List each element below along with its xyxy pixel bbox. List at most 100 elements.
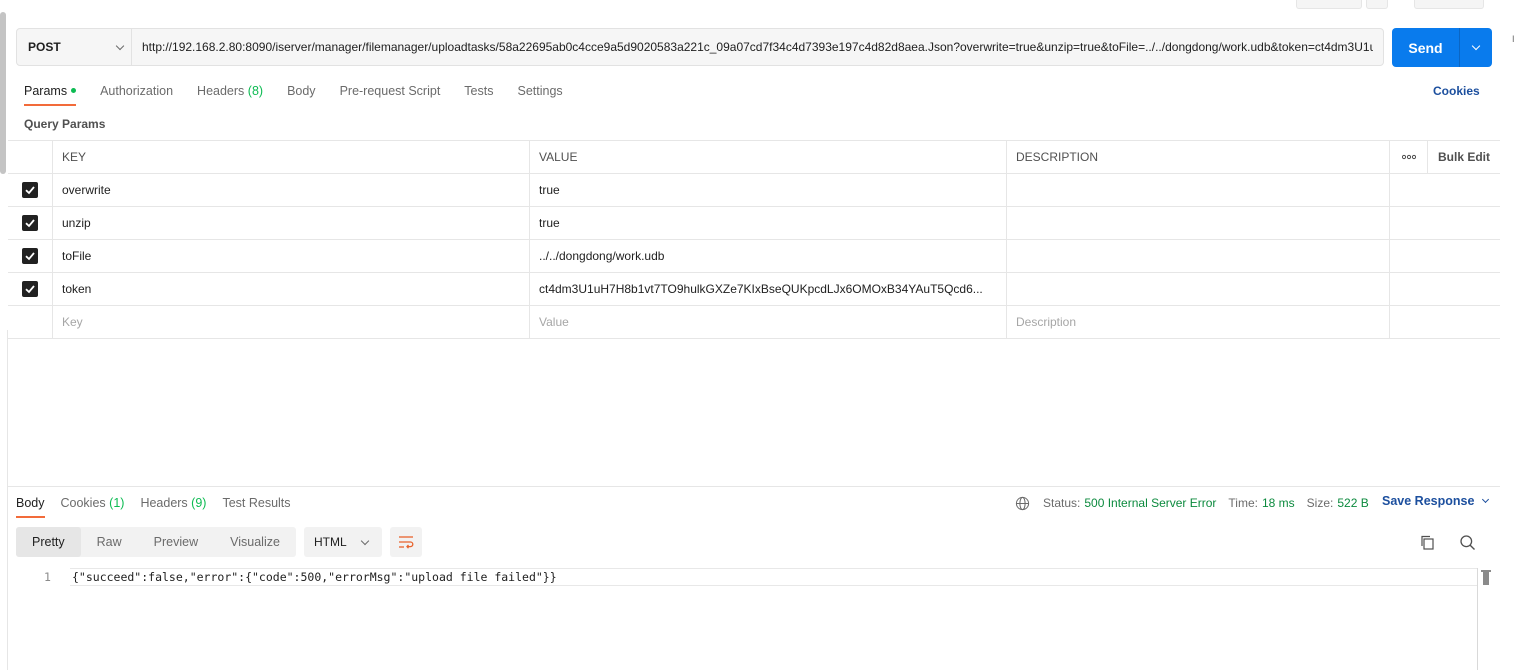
param-description[interactable] <box>1007 174 1390 206</box>
row-check-cell <box>8 306 53 338</box>
new-key-input[interactable]: Key <box>53 306 530 338</box>
param-description[interactable] <box>1007 240 1390 272</box>
param-key[interactable]: toFile <box>53 240 530 272</box>
param-value-text: ct4dm3U1uH7H8b1vt7TO9hulkGXZe7KIxBseQUKp… <box>539 282 983 296</box>
send-button[interactable]: Send <box>1392 28 1460 67</box>
query-params-table: KEY VALUE DESCRIPTION Bulk Edit overwrit… <box>8 140 1500 339</box>
url-input[interactable] <box>132 29 1383 65</box>
view-mode-segmented: Pretty Raw Preview Visualize <box>16 527 296 557</box>
row-filler <box>1390 273 1500 305</box>
edge-cursor-glyph: I <box>1512 34 1515 44</box>
view-raw[interactable]: Raw <box>81 527 138 557</box>
left-divider <box>7 330 8 670</box>
top-toolbar-cropped <box>0 0 1520 20</box>
param-value[interactable]: ../../dongdong/work.udb <box>530 240 1007 272</box>
column-header-key: KEY <box>53 141 530 173</box>
response-tab-cookies[interactable]: Cookies (1) <box>61 494 125 518</box>
param-checkbox[interactable] <box>22 182 38 198</box>
cookies-link[interactable]: Cookies <box>1433 84 1480 98</box>
response-tab-headers[interactable]: Headers (9) <box>140 494 206 518</box>
tab-settings[interactable]: Settings <box>517 82 562 106</box>
view-preview[interactable]: Preview <box>138 527 214 557</box>
response-tab-test-results[interactable]: Test Results <box>222 494 290 518</box>
cropped-toolbar-button[interactable] <box>1414 0 1484 9</box>
row-check-cell <box>8 240 53 272</box>
globe-icon[interactable] <box>1015 496 1030 511</box>
wrap-lines-button[interactable] <box>389 527 422 557</box>
method-label: POST <box>28 40 61 54</box>
param-key[interactable]: overwrite <box>53 174 530 206</box>
new-description-input[interactable]: Description <box>1007 306 1390 338</box>
table-row: toFile ../../dongdong/work.udb <box>8 240 1500 273</box>
param-value[interactable]: ct4dm3U1uH7H8b1vt7TO9hulkGXZe7KIxBseQUKp… <box>530 273 1007 305</box>
response-tab-cookies-label: Cookies <box>60 496 106 510</box>
line-number: 1 <box>44 570 51 584</box>
cropped-toolbar-button[interactable] <box>1366 0 1388 9</box>
row-filler <box>1390 207 1500 239</box>
save-response-label: Save Response <box>1382 494 1475 508</box>
table-row: unzip true <box>8 207 1500 240</box>
row-filler <box>1390 174 1500 206</box>
editor-scrollbar[interactable] <box>1481 570 1491 586</box>
response-divider[interactable] <box>8 486 1500 487</box>
param-checkbox[interactable] <box>22 248 38 264</box>
param-checkbox[interactable] <box>22 281 38 297</box>
response-meta: Status: 500 Internal Server Error Time: … <box>1015 494 1369 512</box>
row-filler <box>1390 240 1500 272</box>
column-header-description: DESCRIPTION <box>1007 141 1390 173</box>
time-label: Time: <box>1228 496 1258 510</box>
param-description[interactable] <box>1007 207 1390 239</box>
size-value[interactable]: 522 B <box>1337 496 1368 510</box>
copy-icon[interactable] <box>1419 534 1436 551</box>
response-tabs: Body Cookies (1) Headers (9) Test Result… <box>16 494 307 520</box>
save-response-button[interactable]: Save Response <box>1382 494 1490 508</box>
more-options-button[interactable] <box>1390 141 1428 173</box>
tab-headers[interactable]: Headers (8) <box>197 82 263 106</box>
param-checkbox[interactable] <box>22 215 38 231</box>
bulk-edit-button[interactable]: Bulk Edit <box>1428 141 1500 173</box>
editor-scroll-track <box>1477 568 1478 670</box>
tab-params-label: Params <box>24 84 68 98</box>
response-headers-count: (9) <box>191 496 207 510</box>
response-body-line[interactable]: {"succeed":false,"error":{"code":500,"er… <box>70 568 1478 586</box>
check-icon <box>25 252 35 261</box>
param-key[interactable]: unzip <box>53 207 530 239</box>
tab-tests[interactable]: Tests <box>464 82 493 106</box>
search-icon[interactable] <box>1459 534 1476 551</box>
send-button-group: Send <box>1392 28 1492 67</box>
status-value[interactable]: 500 Internal Server Error <box>1084 496 1216 510</box>
url-bar: POST <box>16 28 1384 66</box>
headers-count: (8) <box>247 84 264 98</box>
response-format-bar: Pretty Raw Preview Visualize HTML <box>16 527 422 557</box>
param-key[interactable]: token <box>53 273 530 305</box>
left-scrollbar[interactable] <box>0 12 6 174</box>
check-icon <box>25 285 35 294</box>
response-body-editor[interactable]: 1 {"succeed":false,"error":{"code":500,"… <box>16 568 1478 670</box>
header-check-cell <box>8 141 53 173</box>
language-select[interactable]: HTML <box>303 527 382 557</box>
tab-authorization[interactable]: Authorization <box>100 82 173 106</box>
method-select[interactable]: POST <box>17 29 132 65</box>
tab-prerequest-script[interactable]: Pre-request Script <box>340 82 441 106</box>
param-value[interactable]: true <box>530 174 1007 206</box>
param-value[interactable]: true <box>530 207 1007 239</box>
size-label: Size: <box>1306 496 1334 510</box>
request-tabs: Params Authorization Headers (8) Body Pr… <box>24 82 587 108</box>
cropped-toolbar-button[interactable] <box>1296 0 1362 9</box>
table-header-row: KEY VALUE DESCRIPTION Bulk Edit <box>8 141 1500 174</box>
param-description[interactable] <box>1007 273 1390 305</box>
row-filler <box>1390 306 1500 338</box>
tab-params[interactable]: Params <box>24 82 77 106</box>
tab-body[interactable]: Body <box>287 82 316 106</box>
response-tab-body[interactable]: Body <box>16 494 45 518</box>
wrap-lines-icon <box>398 536 414 549</box>
chevron-down-icon <box>360 536 370 545</box>
time-value[interactable]: 18 ms <box>1262 496 1295 510</box>
row-check-cell <box>8 174 53 206</box>
new-value-input[interactable]: Value <box>530 306 1007 338</box>
query-params-title: Query Params <box>24 117 106 131</box>
send-options-button[interactable] <box>1460 28 1492 67</box>
row-check-cell <box>8 273 53 305</box>
view-pretty[interactable]: Pretty <box>16 527 81 557</box>
view-visualize[interactable]: Visualize <box>214 527 296 557</box>
